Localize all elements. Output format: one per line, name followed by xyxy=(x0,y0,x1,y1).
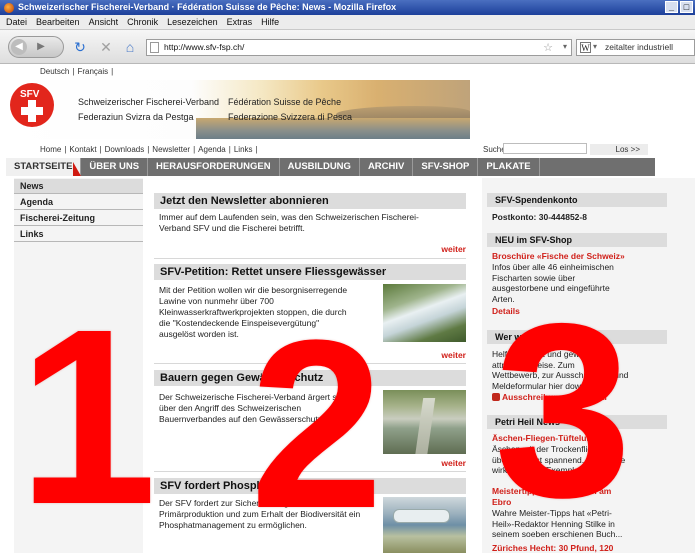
wikipedia-icon[interactable]: W xyxy=(580,42,591,53)
spendenkonto-title: SFV-Spendenkonto xyxy=(487,193,667,207)
org-name-de: Schweizerischer Fischerei-Verband xyxy=(78,97,220,107)
menu-hilfe[interactable]: Hilfe xyxy=(261,17,279,27)
org-name-fr: Fédération Suisse de Pêche xyxy=(228,97,342,107)
tab-sfv-shop[interactable]: SFV-SHOP xyxy=(413,158,479,176)
postkonto-text: Postkonto: 30-444852-8 xyxy=(492,212,587,222)
top-links: Home | Kontakt | Downloads | Newsletter | Agenda… xyxy=(40,145,258,154)
sidebar-item-fischerei-zeitung[interactable]: Fischerei-Zeitung xyxy=(14,211,143,226)
link-links[interactable]: Links xyxy=(234,145,253,154)
menu-lesezeichen[interactable]: Lesezeichen xyxy=(167,17,218,27)
url-text: http://www.sfv-fsp.ch/ xyxy=(164,42,245,52)
shop-link-broschuere[interactable]: Broschüre «Fische der Schweiz» xyxy=(492,251,667,262)
lang-deutsch[interactable]: Deutsch xyxy=(40,67,69,76)
header-banner xyxy=(6,80,470,139)
tab-startseite[interactable]: STARTSEITE xyxy=(6,158,82,176)
menu-datei[interactable]: Datei xyxy=(6,17,27,27)
overlay-number-2: 2 xyxy=(250,290,384,558)
org-name-rm: Federaziun Svizra da Pestga xyxy=(78,112,194,122)
section-text-newsletter: Immer auf dem Laufenden sein, was den Sc… xyxy=(159,212,419,233)
link-downloads[interactable]: Downloads xyxy=(105,145,145,154)
weiter-link-bauern[interactable]: weiter xyxy=(420,458,466,468)
section-divider xyxy=(154,258,466,259)
search-input-value: zeitalter industriell xyxy=(605,42,674,52)
language-switch: Deutsch | Français | xyxy=(40,67,114,76)
tab-ueber-uns[interactable]: ÜBER UNS xyxy=(81,158,149,176)
link-agenda[interactable]: Agenda xyxy=(198,145,226,154)
sidebar-item-agenda[interactable]: Agenda xyxy=(14,195,143,210)
petition-thumbnail[interactable] xyxy=(383,284,466,342)
url-bar[interactable]: http://www.sfv-fsp.ch/ ☆ ▾ xyxy=(146,39,572,56)
sidebar-item-links[interactable]: Links xyxy=(14,227,143,242)
tab-ausbildung[interactable]: AUSBILDUNG xyxy=(280,158,360,176)
bookmark-star-icon[interactable]: ☆ xyxy=(543,41,553,54)
section-title-newsletter[interactable]: Jetzt den Newsletter abonnieren xyxy=(154,193,466,209)
maximize-button[interactable]: □ xyxy=(680,1,693,13)
back-arrow-icon[interactable]: ◀ xyxy=(11,39,27,55)
tab-herausforderungen[interactable]: HERAUSFORDERUNGEN xyxy=(148,158,280,176)
back-forward-group: ◀ ▶ xyxy=(8,36,64,58)
home-icon[interactable]: ⌂ xyxy=(122,39,138,55)
link-home[interactable]: Home xyxy=(40,145,61,154)
search-bar[interactable]: W ▾ zeitalter industriell xyxy=(576,39,695,56)
search-engine-dropdown-icon[interactable]: ▾ xyxy=(593,42,597,51)
url-dropdown-icon[interactable]: ▾ xyxy=(563,42,567,51)
menu-bearbeiten[interactable]: Bearbeiten xyxy=(36,17,80,27)
weiter-link-newsletter[interactable]: weiter xyxy=(420,244,466,254)
menubar: Datei Bearbeiten Ansicht Chronik Lesezei… xyxy=(0,15,695,30)
menu-extras[interactable]: Extras xyxy=(227,17,253,27)
menu-chronik[interactable]: Chronik xyxy=(127,17,158,27)
tab-plakate[interactable]: PLAKATE xyxy=(478,158,540,176)
bauern-thumbnail[interactable] xyxy=(383,390,466,454)
org-name-it: Federazione Svizzera di Pesca xyxy=(228,112,353,122)
lang-francais[interactable]: Français xyxy=(77,67,108,76)
forward-arrow-icon[interactable]: ▶ xyxy=(33,39,49,55)
overlay-number-3: 3 xyxy=(494,271,632,549)
shop-title: NEU im SFV-Shop xyxy=(487,233,667,247)
overlay-number-1: 1 xyxy=(18,277,157,556)
page-icon xyxy=(150,42,159,53)
site-search-input[interactable] xyxy=(503,143,587,154)
main-nav-tabs: STARTSEITE ÜBER UNS HERAUSFORDERUNGEN AU… xyxy=(6,158,655,176)
stop-icon[interactable]: ✕ xyxy=(98,39,114,55)
navigation-toolbar: ◀ ▶ ↻ ✕ ⌂ http://www.sfv-fsp.ch/ ☆ ▾ W ▾… xyxy=(0,30,695,64)
sfv-logo[interactable]: SFV xyxy=(10,83,54,127)
minimize-button[interactable]: _ xyxy=(665,1,678,13)
sidebar-item-news[interactable]: News xyxy=(14,179,143,194)
menu-ansicht[interactable]: Ansicht xyxy=(89,17,119,27)
logo-text: SFV xyxy=(20,89,40,100)
section-title-petition[interactable]: SFV-Petition: Rettet unsere Fliessgewäss… xyxy=(154,264,466,280)
tab-archiv[interactable]: ARCHIV xyxy=(360,158,414,176)
link-newsletter[interactable]: Newsletter xyxy=(152,145,190,154)
site-search-button[interactable]: Los >> xyxy=(590,144,648,155)
weiter-link-petition[interactable]: weiter xyxy=(420,350,466,360)
window-title: Schweizerischer Fischerei-Verband · Fédé… xyxy=(18,2,397,12)
firefox-icon xyxy=(4,2,14,13)
phosphat-thumbnail[interactable] xyxy=(383,497,466,553)
window-titlebar: Schweizerischer Fischerei-Verband · Fédé… xyxy=(0,0,695,15)
reload-icon[interactable]: ↻ xyxy=(72,39,88,55)
link-kontakt[interactable]: Kontakt xyxy=(69,145,96,154)
